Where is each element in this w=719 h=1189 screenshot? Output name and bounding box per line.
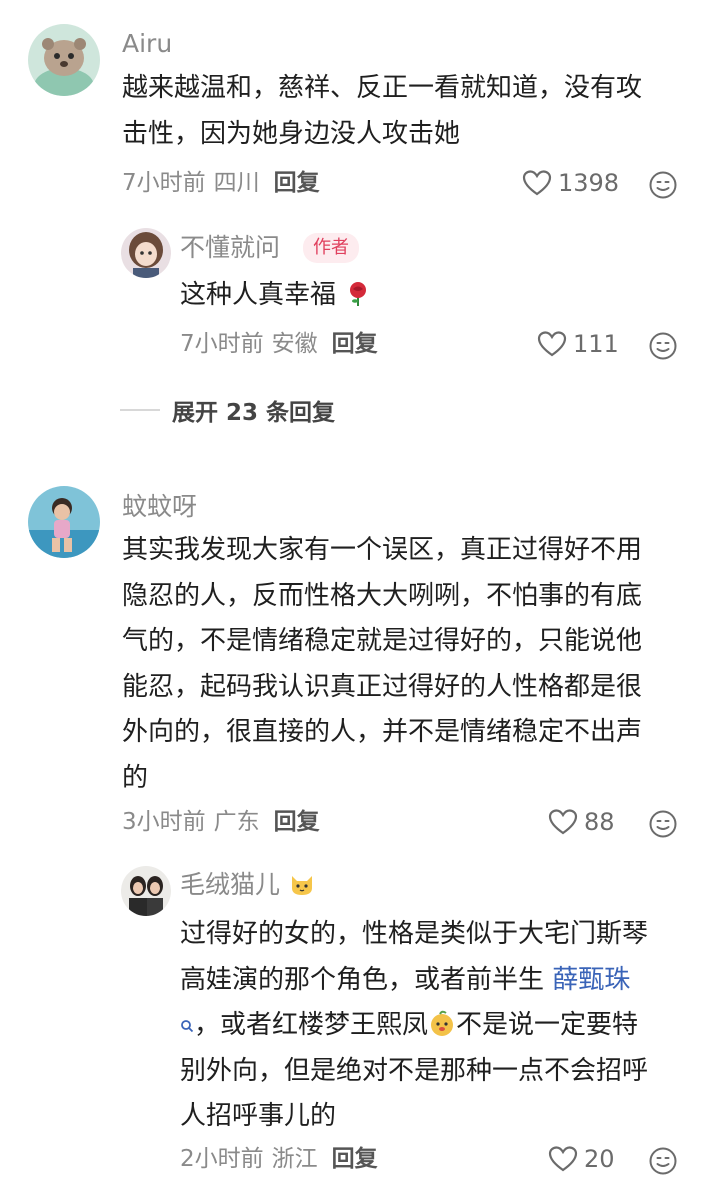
comment-text: 其实我发现大家有一个误区，真正过得好不用 隐忍的人，反而性格大大咧咧，不怕事的有… <box>122 528 702 801</box>
smile-icon <box>649 171 677 199</box>
like-count: 1398 <box>558 169 620 197</box>
reply-text-line: 过得好的女的，性格是类似于大宅门斯琴 <box>180 919 649 949</box>
username[interactable]: 蚊蚊呀 <box>122 492 197 522</box>
reply-meta: 7小时前 安徽 回复 <box>180 329 378 359</box>
reply-button[interactable]: 回复 <box>332 331 378 357</box>
comment-text-line: 气的，不是情绪稳定就是过得好的，只能说他 <box>122 626 643 656</box>
avatar[interactable] <box>28 24 100 96</box>
comment-text-line: 隐忍的人，反而性格大大咧咧，不怕事的有底 <box>122 580 643 611</box>
username[interactable]: Airu <box>122 29 172 59</box>
reply-text-line: ，或者红楼梦王熙凤 不是说一定要特 <box>180 1003 700 1049</box>
comment-text-line: 能忍，起码我认识真正过得好的人性格都是很 <box>122 671 643 702</box>
rose-icon <box>350 282 367 306</box>
avatar[interactable] <box>121 228 171 278</box>
username[interactable]: 毛绒猫儿 <box>180 870 316 900</box>
comment-text-line: 越来越温和，慈祥、反正一看就知道，没有攻 <box>122 73 643 103</box>
reply-text: 这种人真幸福 <box>180 273 372 319</box>
like-button[interactable]: 1398 <box>522 168 619 198</box>
reply-text-line: 别外向，但是绝对不是那种一点不会招呼 <box>180 1055 649 1086</box>
smile-icon <box>649 810 677 838</box>
smile-icon <box>649 1147 677 1175</box>
like-count: 20 <box>584 1145 615 1173</box>
timestamp: 3小时前 <box>122 809 206 835</box>
reply-button[interactable]: 回复 <box>332 1146 378 1172</box>
emoji-react-button[interactable] <box>648 1146 678 1176</box>
emoji-react-button[interactable] <box>648 170 678 200</box>
heart-icon <box>548 809 578 835</box>
location: 浙江 <box>271 1146 318 1172</box>
like-count: 88 <box>584 808 615 836</box>
cat-face-icon <box>291 876 312 895</box>
timestamp: 7小时前 <box>122 170 206 196</box>
location: 安徽 <box>271 331 318 357</box>
comment-text-line: 其实我发现大家有一个误区，真正过得好不用 <box>122 535 643 565</box>
comment-text-line: 击性，因为她身边没人攻击她 <box>122 118 461 149</box>
like-button[interactable]: 111 <box>537 329 619 359</box>
smile-icon <box>649 332 677 360</box>
reply-button[interactable]: 回复 <box>274 170 320 196</box>
avatar[interactable] <box>28 486 100 558</box>
username[interactable]: 不懂就问 <box>180 233 280 263</box>
timestamp: 2小时前 <box>180 1146 264 1172</box>
comment-text-line: 外向的，很直接的人，并不是情绪稳定不出声 <box>122 717 643 747</box>
expand-replies-button[interactable]: 展开 23 条回复 <box>120 395 335 426</box>
like-button[interactable]: 20 <box>548 1144 615 1174</box>
location: 四川 <box>213 170 260 196</box>
reply-meta: 2小时前 浙江 回复 <box>180 1144 378 1174</box>
author-badge: 作者 <box>303 233 359 263</box>
divider <box>120 409 160 411</box>
sticker-emoji-icon <box>431 1010 454 1036</box>
emoji-react-button[interactable] <box>648 331 678 361</box>
emoji-react-button[interactable] <box>648 809 678 839</box>
like-count: 111 <box>573 330 619 358</box>
reply-text: 过得好的女的，性格是类似于大宅门斯琴 高娃演的那个角色，或者前半生 薛甄珠 ，或… <box>180 912 700 1140</box>
comment-text: 越来越温和，慈祥、反正一看就知道，没有攻 击性，因为她身边没人攻击她 <box>122 66 692 157</box>
comment-text-line: 的 <box>122 762 149 793</box>
comment-meta: 7小时前 四川 回复 <box>122 168 320 198</box>
reply-button[interactable]: 回复 <box>274 809 320 835</box>
reply-text-line: 人招呼事儿的 <box>180 1101 337 1131</box>
timestamp: 7小时前 <box>180 331 264 357</box>
search-keyword-link[interactable]: 薛甄珠 <box>552 965 630 995</box>
search-icon[interactable] <box>180 1019 194 1033</box>
location: 广东 <box>213 809 260 835</box>
reply-text-line: 高娃演的那个角色，或者前半生 薛甄珠 <box>180 964 631 995</box>
like-button[interactable]: 88 <box>548 807 615 837</box>
heart-icon <box>548 1146 578 1172</box>
avatar[interactable] <box>121 866 171 916</box>
heart-icon <box>537 331 567 357</box>
heart-icon <box>522 170 552 196</box>
comment-meta: 3小时前 广东 回复 <box>122 807 320 837</box>
